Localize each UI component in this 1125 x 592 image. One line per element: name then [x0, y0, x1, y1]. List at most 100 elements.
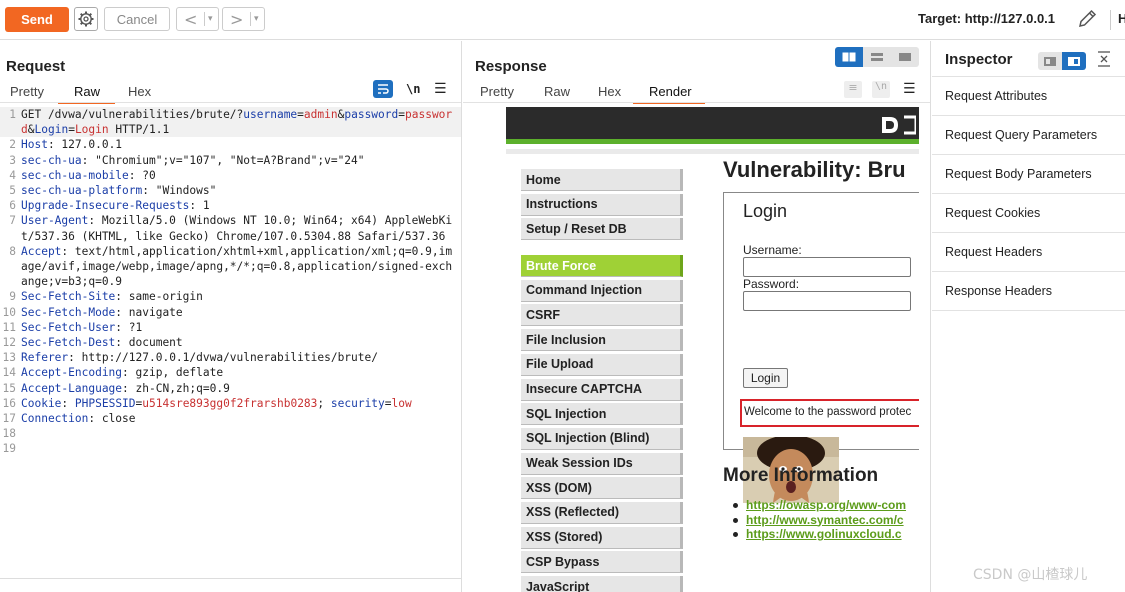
tab-pretty[interactable]: Pretty [480, 84, 514, 99]
response-tabs: Pretty Raw Hex Render ≡ \n ☰ [463, 81, 930, 104]
layout-side-by-side-button[interactable] [835, 47, 863, 67]
inspector-request-query-parameters[interactable]: Request Query Parameters [932, 116, 1125, 155]
back-arrow-icon[interactable]: < [184, 10, 204, 29]
menu-item[interactable]: JavaScript [521, 576, 683, 592]
menu-item[interactable]: Instructions [521, 193, 683, 216]
code-token: : "Windows" [142, 184, 217, 198]
menu-item[interactable]: SQL Injection (Blind) [521, 427, 683, 450]
menu-item[interactable]: XSS (Reflected) [521, 501, 683, 524]
code-token: User-Agent [21, 214, 89, 228]
menu-item[interactable]: Home [521, 169, 683, 191]
tab-render[interactable]: Render [649, 84, 692, 99]
line-number: 13 [2, 351, 16, 365]
code-token: Upgrade-Insecure-Requests [21, 199, 190, 213]
line-number: 8 [9, 244, 16, 258]
cancel-button[interactable]: Cancel [104, 7, 170, 31]
code-line: 10 Sec-Fetch-Mode: navigate [0, 305, 461, 320]
code-token: username [243, 108, 298, 121]
code-token: : close [88, 412, 136, 426]
inspector-request-attributes[interactable]: Request Attributes [932, 77, 1125, 116]
menu-item[interactable]: Weak Session IDs [521, 452, 683, 475]
tab-hex[interactable]: Hex [128, 84, 151, 99]
code-token: Cookie [21, 396, 62, 410]
code-token: low [391, 396, 412, 410]
back-nav-group: < ▾ [176, 7, 219, 31]
link-owasp[interactable]: https://owasp.org/www-com [732, 498, 906, 513]
inspector-layout-a[interactable] [1038, 52, 1062, 70]
settings-button[interactable] [74, 7, 98, 31]
link-symantec[interactable]: http://www.symantec.com/c [732, 513, 906, 528]
more-info-links: https://owasp.org/www-com http://www.sym… [732, 498, 906, 542]
layout-stacked-button[interactable] [863, 47, 891, 67]
login-fieldset: Login Username: Password: Login Welcome … [723, 192, 919, 503]
menu-item[interactable]: XSS (Stored) [521, 526, 683, 549]
code-line: 12 Sec-Fetch-Dest: document [0, 335, 461, 350]
inspector-pane: Inspector Request Attributes Request Que… [932, 41, 1125, 592]
newline-toggle-disabled[interactable]: \n [872, 81, 890, 98]
layout-tabs-button[interactable] [891, 47, 919, 67]
back-dropdown-icon[interactable]: ▾ [208, 14, 213, 24]
username-label: Username: [743, 243, 802, 257]
forward-arrow-icon[interactable]: > [230, 10, 250, 29]
collapse-button[interactable] [1096, 50, 1112, 71]
inspector-request-headers[interactable]: Request Headers [932, 233, 1125, 272]
menu-item[interactable]: Command Injection [521, 279, 683, 302]
menu-icon[interactable]: ☰ [903, 81, 916, 97]
request-editor[interactable]: 1 GET /dvwa/vulnerabilities/brute/?userna… [0, 107, 461, 457]
code-token: : gzip, deflate [122, 366, 224, 380]
username-input[interactable] [743, 257, 911, 277]
menu-icon[interactable]: ☰ [434, 81, 447, 97]
code-token: admin [303, 108, 338, 121]
menu-item[interactable]: Insecure CAPTCHA [521, 378, 683, 401]
forward-nav-group: > ▾ [222, 7, 265, 31]
tab-pretty[interactable]: Pretty [10, 84, 44, 99]
code-line: 15 Accept-Language: zh-CN,zh;q=0.9 [0, 381, 461, 396]
request-pane: Request Pretty Raw Hex \n ☰ 1 GET /dvwa/v… [0, 41, 462, 592]
inspector-layout-b[interactable] [1062, 52, 1086, 70]
panel-right-icon [1068, 56, 1080, 66]
inspector-request-body-parameters[interactable]: Request Body Parameters [932, 155, 1125, 194]
code-token: : 1 [189, 199, 210, 213]
inspector-layout-toggle [1038, 52, 1088, 70]
menu-item[interactable]: XSS (DOM) [521, 477, 683, 500]
wrap-icon[interactable]: ≡ [844, 81, 862, 98]
send-button[interactable]: Send [5, 7, 69, 32]
menu-item[interactable]: Setup / Reset DB [521, 218, 683, 241]
menu-item[interactable]: CSP Bypass [521, 551, 683, 574]
code-token: : ?0 [128, 168, 156, 182]
menu-item[interactable]: CSRF [521, 304, 683, 327]
inspector-response-headers[interactable]: Response Headers [932, 272, 1125, 311]
tab-hex[interactable]: Hex [598, 84, 621, 99]
code-token: & [27, 123, 35, 137]
newline-toggle-button[interactable]: \n [406, 82, 420, 96]
edit-target-button[interactable] [1076, 8, 1098, 33]
tab-raw[interactable]: Raw [544, 84, 570, 99]
code-token: Accept [21, 244, 62, 258]
menu-item[interactable]: File Upload [521, 353, 683, 376]
code-line: 5 sec-ch-ua-platform: "Windows" [0, 183, 461, 198]
code-token: : text/html,application/xhtml+xml,applic… [21, 244, 453, 289]
code-token: = [297, 108, 304, 121]
code-token: : same-origin [115, 290, 203, 304]
request-bottom-bar [0, 578, 461, 592]
tab-raw[interactable]: Raw [74, 84, 100, 99]
columns-icon [842, 52, 856, 62]
code-line: 11 Sec-Fetch-User: ?1 [0, 320, 461, 335]
inspector-request-cookies[interactable]: Request Cookies [932, 194, 1125, 233]
pencil-icon [1079, 9, 1097, 27]
message-actions-button[interactable] [373, 80, 393, 98]
login-button[interactable]: Login [743, 368, 788, 388]
response-pane: Response Pretty Raw Hex Render ≡ \n ☰ Ho… [463, 41, 931, 592]
link-golinuxcloud[interactable]: https://www.golinuxcloud.c [732, 527, 906, 542]
code-token: : document [115, 336, 183, 350]
rendered-page: Home Instructions Setup / Reset DB Brute Fo… [506, 107, 919, 592]
code-line: 19 [0, 441, 461, 456]
menu-item[interactable]: Brute Force [521, 255, 683, 278]
menu-item[interactable]: SQL Injection [521, 403, 683, 426]
forward-dropdown-icon[interactable]: ▾ [254, 14, 259, 24]
code-token: Sec-Fetch-Dest [21, 336, 116, 350]
panel-left-icon [1044, 56, 1056, 66]
password-input[interactable] [743, 291, 911, 311]
dvwa-logo-fragment [882, 115, 916, 135]
menu-item[interactable]: File Inclusion [521, 329, 683, 352]
